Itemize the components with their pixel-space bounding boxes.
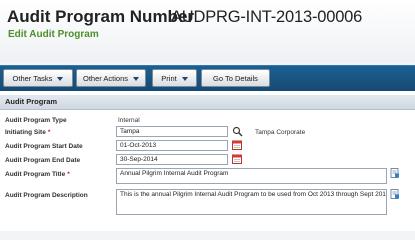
chevron-down-icon bbox=[181, 77, 188, 82]
other-tasks-label: Other Tasks bbox=[12, 74, 53, 83]
initiating-site-input[interactable]: Tampa bbox=[116, 126, 228, 137]
other-actions-label: Other Actions bbox=[82, 74, 129, 83]
end-date-label: Audit Program End Date bbox=[5, 157, 81, 164]
edit-note-icon[interactable] bbox=[390, 168, 400, 178]
description-label: Audit Program Description bbox=[5, 192, 88, 199]
program-title-input[interactable]: Annual Pilgrim Internal Audit Program bbox=[116, 168, 387, 184]
other-actions-button[interactable]: Other Actions bbox=[76, 69, 146, 87]
initiating-site-display: Tampa Corporate bbox=[255, 129, 306, 136]
end-date-input[interactable]: 30-Sep-2014 bbox=[116, 154, 228, 165]
other-tasks-button[interactable]: Other Tasks bbox=[3, 69, 73, 87]
page-title-value: AUDPRG-INT-2013-00006 bbox=[171, 8, 363, 26]
page-subtitle: Edit Audit Program bbox=[8, 29, 99, 40]
chevron-down-icon bbox=[57, 77, 64, 82]
description-textarea[interactable]: This is the annual Pilgrim Internal Audi… bbox=[116, 189, 387, 215]
program-type-value: Internal bbox=[118, 117, 140, 124]
go-to-details-label: Go To Details bbox=[213, 74, 258, 83]
search-icon[interactable] bbox=[232, 126, 243, 137]
start-date-label: Audit Program Start Date bbox=[5, 143, 83, 150]
initiating-site-label-text: Initiating Site bbox=[5, 129, 46, 136]
page-title-label: Audit Program Number bbox=[7, 7, 195, 26]
required-marker: * bbox=[67, 171, 70, 178]
section-header: Audit Program bbox=[0, 95, 415, 110]
chevron-down-icon bbox=[133, 77, 140, 82]
program-type-label: Audit Program Type bbox=[5, 117, 67, 124]
calendar-icon[interactable] bbox=[232, 140, 242, 150]
calendar-icon[interactable] bbox=[232, 154, 242, 164]
section-title: Audit Program bbox=[5, 97, 58, 106]
initiating-site-label: Initiating Site * bbox=[5, 129, 50, 136]
audit-program-form: Audit Program Type Internal Initiating S… bbox=[0, 110, 415, 231]
go-to-details-button[interactable]: Go To Details bbox=[201, 69, 270, 87]
print-button[interactable]: Print bbox=[152, 69, 197, 87]
page-header: Audit Program Number AUDPRG-INT-2013-000… bbox=[0, 0, 415, 62]
required-marker: * bbox=[47, 129, 51, 136]
print-label: Print bbox=[161, 74, 177, 83]
action-toolbar: Other Tasks Other Actions Print Go To De… bbox=[0, 65, 415, 91]
program-title-label-text: Audit Program Title bbox=[5, 171, 66, 178]
edit-note-icon[interactable] bbox=[390, 189, 400, 199]
start-date-input[interactable]: 01-Oct-2013 bbox=[116, 140, 228, 151]
program-title-label: Audit Program Title * bbox=[5, 171, 70, 178]
